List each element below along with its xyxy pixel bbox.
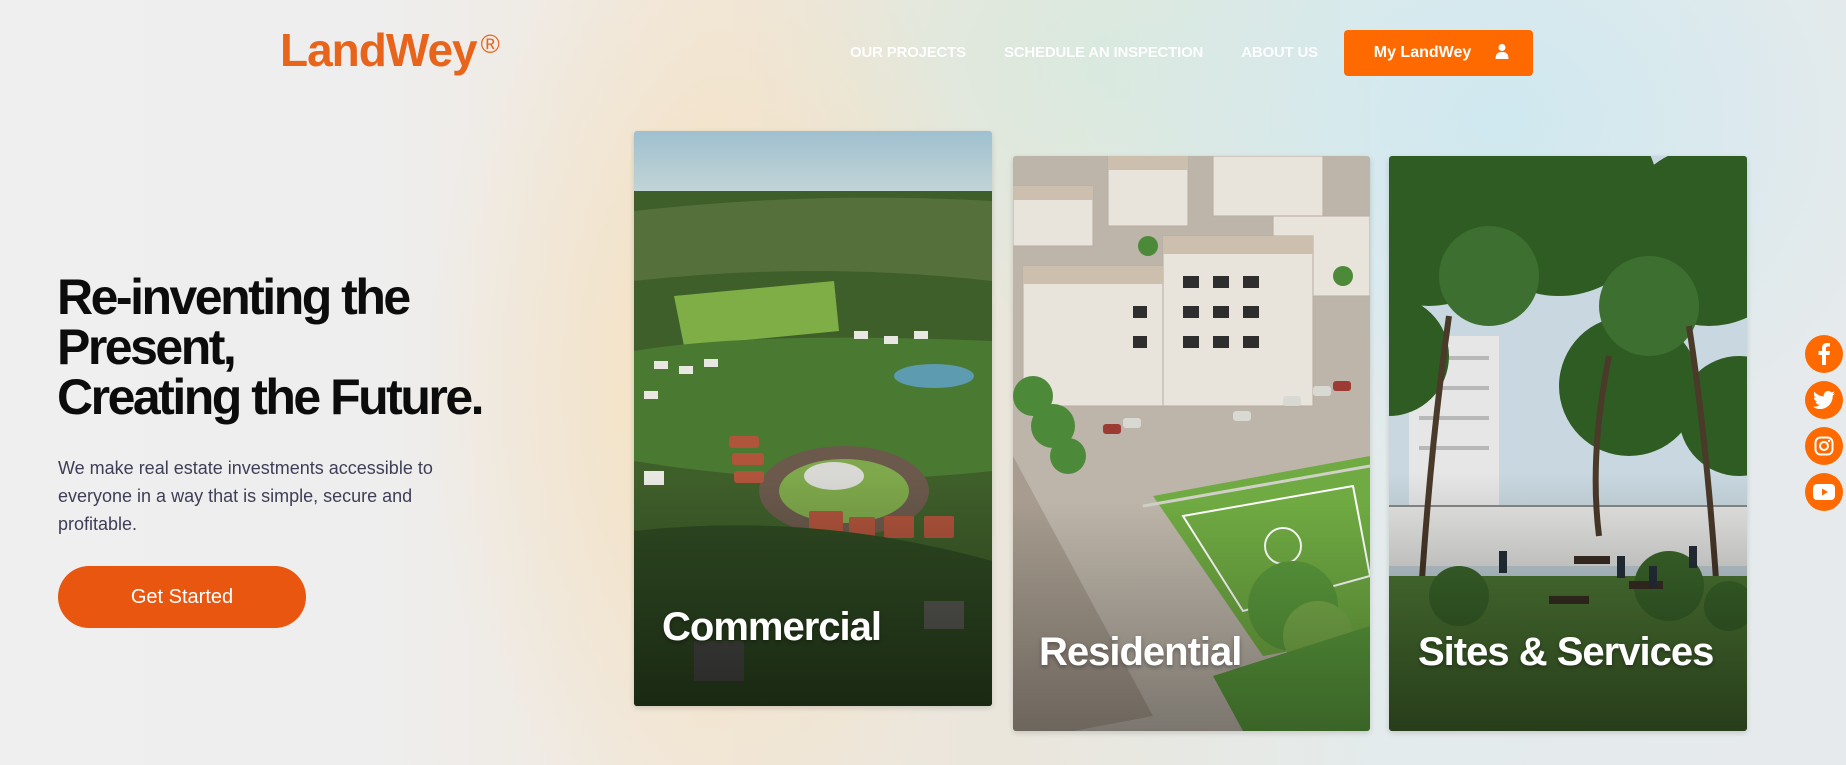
card-residential[interactable]: Residential	[1013, 156, 1370, 731]
card-commercial[interactable]: Commercial	[634, 131, 992, 706]
card-residential-label: Residential	[1039, 630, 1242, 674]
nav-our-projects[interactable]: OUR PROJECTS	[850, 44, 966, 61]
youtube-icon[interactable]	[1805, 473, 1843, 511]
my-landwey-label: My LandWey	[1373, 44, 1472, 61]
hero-title-line-1: Re-inventing the	[57, 269, 411, 325]
facebook-icon[interactable]	[1805, 335, 1843, 373]
hero-title: Re-inventing the Present, Creating the F…	[57, 272, 577, 422]
instagram-icon[interactable]	[1805, 427, 1843, 465]
twitter-icon[interactable]	[1805, 381, 1843, 419]
nav-schedule-inspection[interactable]: SCHEDULE AN INSPECTION	[1004, 44, 1203, 61]
user-icon	[1495, 43, 1509, 64]
main-nav: OUR PROJECTS SCHEDULE AN INSPECTION ABOU…	[850, 44, 1318, 61]
card-commercial-label: Commercial	[662, 605, 882, 649]
landwey-logo[interactable]: LandWey ®	[280, 22, 500, 78]
hero-title-line-3: Creating the Future.	[57, 369, 485, 425]
nav-about-us[interactable]: ABOUT US	[1241, 44, 1318, 61]
hero-subtitle: We make real estate investments accessib…	[58, 458, 433, 534]
logo-text: LandWey	[280, 24, 478, 76]
card-sites-services[interactable]: Sites & Services	[1389, 156, 1747, 731]
registered-mark: ®	[480, 29, 500, 59]
hero-title-line-2: Present,	[57, 319, 237, 375]
my-landwey-button[interactable]: My LandWey	[1344, 30, 1533, 76]
social-links	[1805, 335, 1843, 511]
get-started-button[interactable]: Get Started	[58, 566, 306, 628]
card-sites-services-label: Sites & Services	[1418, 630, 1714, 674]
